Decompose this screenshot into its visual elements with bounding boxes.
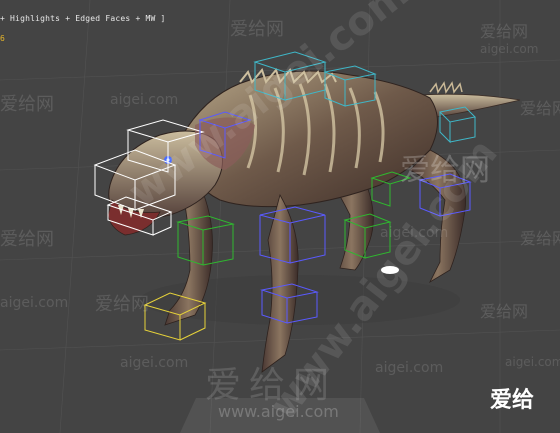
- watermark-url: aigei.com: [0, 295, 69, 311]
- watermark-cn: 爱给网: [520, 99, 560, 118]
- watermark-cn: 爱给网: [0, 94, 54, 115]
- watermark-cn: 爱给网: [95, 294, 149, 315]
- watermark-cn: 爱给网: [520, 229, 560, 248]
- watermark-bottom-cn: 爱给网: [205, 365, 338, 406]
- watermark-url: aigei.com: [505, 355, 560, 369]
- watermark-bottom-url: www.aigei.com: [218, 402, 339, 421]
- brand-logo: 爱给: [490, 388, 535, 413]
- watermark-url: aigei.com: [110, 92, 179, 108]
- watermark-url: aigei.com: [375, 360, 444, 376]
- 3d-viewport[interactable]: + Highlights + Edged Faces + MW ] 6 爱给网 …: [0, 0, 560, 433]
- watermark-url: aigei.com: [120, 355, 189, 371]
- watermark-cn: 爱给网: [230, 19, 284, 40]
- watermark-cn: 爱给网: [0, 229, 54, 250]
- watermark-cn: 爱给网: [480, 22, 529, 41]
- watermark-cn: 爱给网: [480, 302, 529, 321]
- watermark-url: aigei.com: [480, 42, 539, 56]
